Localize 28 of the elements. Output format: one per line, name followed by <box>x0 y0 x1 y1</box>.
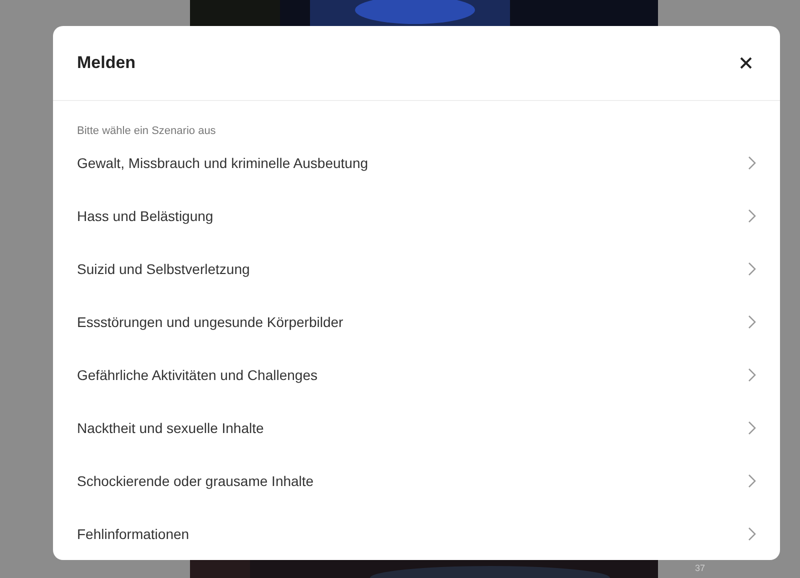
scenario-item[interactable]: Suizid und Selbstverletzung <box>53 242 780 295</box>
scenario-item[interactable]: Fehlinformationen <box>53 507 780 560</box>
scenario-item[interactable]: Schockierende oder grausame Inhalte <box>53 454 780 507</box>
close-icon <box>740 57 752 69</box>
scenario-label: Suizid und Selbstverletzung <box>77 260 250 276</box>
chevron-icon <box>748 526 756 540</box>
dialog-prompt: Bitte wähle ein Szenario aus <box>77 125 216 137</box>
scenario-item[interactable]: Essstörungen und ungesunde Körperbilder <box>53 295 780 348</box>
scenario-item[interactable]: Gewalt, Missbrauch und kriminelle Ausbeutung <box>53 136 780 189</box>
chevron-icon <box>748 368 756 382</box>
scenario-item[interactable]: Nacktheit und sexuelle Inhalte <box>53 401 780 454</box>
chevron-icon <box>748 208 756 222</box>
scenario-label: Hass und Belästigung <box>77 208 214 224</box>
scenario-item[interactable]: Gefährliche Aktivitäten und Challenges <box>53 348 780 401</box>
chevron-icon <box>748 156 756 170</box>
chevron-icon <box>748 314 756 328</box>
scenario-label: Schockierende oder grausame Inhalte <box>77 472 314 488</box>
dialog-title: Melden <box>77 53 136 73</box>
scenario-label: Nacktheit und sexuelle Inhalte <box>77 420 264 436</box>
scenario-item[interactable]: Hass und Belästigung <box>53 189 780 242</box>
chevron-icon <box>748 262 756 276</box>
chevron-icon <box>748 474 756 488</box>
video-counter: 37 <box>695 563 706 573</box>
chevron-icon <box>748 420 756 434</box>
scenario-label: Essstörungen und ungesunde Körperbilder <box>77 314 344 330</box>
scenario-label: Gewalt, Missbrauch und kriminelle Ausbeutung <box>77 154 368 170</box>
scenario-label: Fehlinformationen <box>77 526 190 542</box>
scenario-label: Gefährliche Aktivitäten und Challenges <box>77 366 318 382</box>
